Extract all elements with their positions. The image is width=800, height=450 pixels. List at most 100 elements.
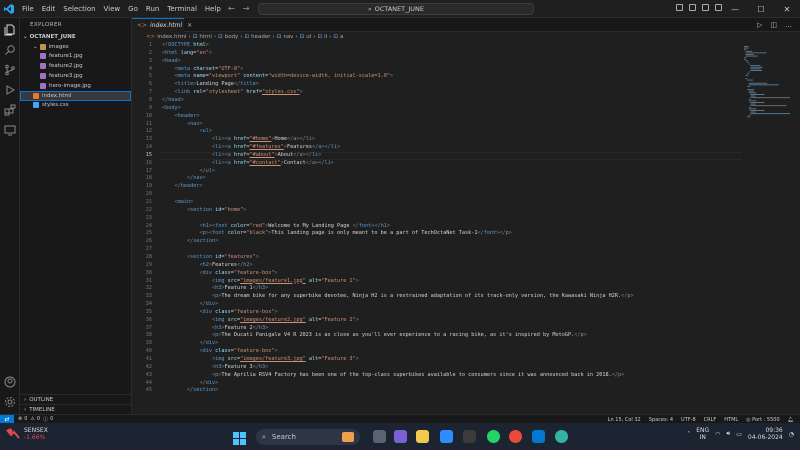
language-indicator[interactable]: ENG IN <box>696 427 709 441</box>
breadcrumb-item[interactable]: li <box>324 34 327 40</box>
more-actions-icon[interactable]: … <box>785 21 792 29</box>
close-tab-icon[interactable]: ✕ <box>187 22 192 29</box>
breadcrumb-item[interactable]: ul <box>306 34 311 40</box>
run-debug-icon[interactable] <box>4 84 16 96</box>
code-line: <!DOCTYPE html> <box>162 42 209 48</box>
minimize-icon[interactable]: — <box>722 0 748 18</box>
windows-start-icon[interactable] <box>233 430 246 445</box>
battery-icon[interactable]: ▭ <box>736 431 742 438</box>
file-explorer-icon[interactable] <box>416 430 429 443</box>
taskbar-search[interactable]: ⌕ Search <box>256 429 360 445</box>
command-center-label: OCTANET_JUNE <box>374 5 425 13</box>
code-line: <li><a href="#about">About</a></li> <box>211 151 322 158</box>
encoding[interactable]: UTF-8 <box>681 417 696 423</box>
account-icon[interactable] <box>4 376 16 388</box>
cursor-position[interactable]: Ln 15, Col 32 <box>608 417 641 423</box>
volume-icon[interactable]: 🔊︎ <box>726 430 730 438</box>
error-icon[interactable]: ⊗ <box>18 416 22 422</box>
sidebar-item-styles-css[interactable]: styles.css <box>20 101 131 111</box>
breadcrumb-item[interactable]: a <box>340 34 343 40</box>
menu-view[interactable]: View <box>100 5 125 13</box>
timeline-section[interactable]: › TIMELINE <box>20 404 132 414</box>
app-cube-icon[interactable] <box>463 430 476 443</box>
code-editor[interactable]: 1 <!DOCTYPE html> 2 <html lang="en"> 3 <head>… <box>132 42 742 414</box>
teams-chat-icon[interactable] <box>394 430 407 443</box>
code-line: <h3>Feature 2</h3> <box>211 324 269 331</box>
minimap[interactable] <box>742 42 792 122</box>
whatsapp-icon[interactable] <box>487 430 500 443</box>
breadcrumb-item[interactable]: header <box>251 34 270 40</box>
edge-alt-icon[interactable] <box>555 430 568 443</box>
toggle-sidebar-icon[interactable] <box>676 4 683 11</box>
sidebar-item-hero-image-jpg[interactable]: hero-image.jpg <box>20 81 131 91</box>
outline-section[interactable]: › OUTLINE <box>20 394 132 404</box>
source-control-icon[interactable] <box>4 64 16 76</box>
notification-icon[interactable]: ◔ <box>789 431 794 438</box>
remote-explorer-icon[interactable] <box>4 124 16 136</box>
clock[interactable]: 09:36 04-06-2024 <box>748 427 783 441</box>
menu-go[interactable]: Go <box>124 5 142 13</box>
menu-help[interactable]: Help <box>201 5 225 13</box>
customize-layout-icon[interactable] <box>715 4 722 11</box>
warning-icon[interactable]: ⚠ <box>30 416 34 422</box>
split-editor-icon[interactable]: ◫ <box>770 21 777 29</box>
code-line: <img src="images/feature1.jpg" alt="Feat… <box>211 277 359 284</box>
toggle-secondary-sidebar-icon[interactable] <box>702 4 709 11</box>
line-number: 29 <box>145 261 152 268</box>
breadcrumb-item[interactable]: html <box>199 34 212 40</box>
chevron-down-icon: ⌄ <box>23 33 28 40</box>
breadcrumb-item[interactable]: index.html <box>157 34 186 40</box>
workspace-root[interactable]: ⌄ OCTANET_JUNE <box>20 32 131 42</box>
line-number: 4 <box>148 65 152 72</box>
search-icon[interactable] <box>4 44 16 56</box>
minimap-line <box>745 74 749 76</box>
sidebar-item-images[interactable]: ⌄ images <box>20 42 131 52</box>
settings-gear-icon[interactable] <box>4 396 16 408</box>
command-center[interactable]: ⌕ OCTANET_JUNE <box>258 3 534 15</box>
tray-overflow-icon[interactable]: ˄ <box>687 431 690 438</box>
sidebar-item-feature2-jpg[interactable]: feature2.jpg <box>20 61 131 71</box>
stock-widget[interactable]: SENSEX -1.66% <box>6 427 48 441</box>
editor-scrollbar[interactable] <box>794 42 800 414</box>
breadcrumb-item[interactable]: body <box>225 34 239 40</box>
info-icon[interactable]: ⓘ <box>43 416 48 423</box>
tab-index-html[interactable]: <> index.html ✕ <box>132 18 192 32</box>
extensions-icon[interactable] <box>4 104 16 116</box>
menu-selection[interactable]: Selection <box>59 5 99 13</box>
back-arrow-icon[interactable]: ← <box>228 4 235 13</box>
line-number: 9 <box>148 104 152 111</box>
task-view-icon[interactable] <box>373 430 386 443</box>
menu-file[interactable]: File <box>18 5 38 13</box>
maximize-icon[interactable]: ☐ <box>748 0 774 18</box>
forward-arrow-icon[interactable]: → <box>243 4 250 13</box>
minimap-line <box>748 90 754 92</box>
vscode-taskbar-icon[interactable] <box>532 430 545 443</box>
minimap-line <box>748 84 779 86</box>
search-highlight-icon <box>342 432 354 442</box>
breadcrumb-item[interactable]: nav <box>283 34 293 40</box>
menu-run[interactable]: Run <box>142 5 163 13</box>
run-icon[interactable]: ▷ <box>757 21 762 29</box>
sidebar-item-feature3-jpg[interactable]: feature3.jpg <box>20 71 131 81</box>
line-ending[interactable]: CRLF <box>704 417 717 423</box>
line-number: 34 <box>145 301 152 308</box>
toggle-panel-icon[interactable] <box>689 4 696 11</box>
close-icon[interactable]: ✕ <box>774 0 800 18</box>
wifi-icon[interactable]: ◠ <box>715 431 720 438</box>
code-line: </div> <box>199 379 219 386</box>
language-mode[interactable]: HTML <box>724 417 738 423</box>
image-file-icon <box>40 53 46 60</box>
notifications-bell-icon[interactable]: 🔔︎ <box>788 417 794 423</box>
menu-terminal[interactable]: Terminal <box>163 5 201 13</box>
error-count: 0 <box>24 416 28 422</box>
live-server-port[interactable]: ◎ Port : 5500 <box>746 417 779 423</box>
code-line: <div class="feature-box"> <box>199 348 278 355</box>
indentation[interactable]: Spaces: 4 <box>649 417 673 423</box>
edge-browser-icon[interactable] <box>440 430 453 443</box>
line-number: 39 <box>145 340 152 347</box>
explorer-icon[interactable] <box>4 24 16 36</box>
sidebar-item-feature1-jpg[interactable]: feature1.jpg <box>20 52 131 62</box>
sidebar-item-index-html[interactable]: index.html <box>20 90 131 101</box>
menu-edit[interactable]: Edit <box>38 5 60 13</box>
chrome-icon[interactable] <box>509 430 522 443</box>
